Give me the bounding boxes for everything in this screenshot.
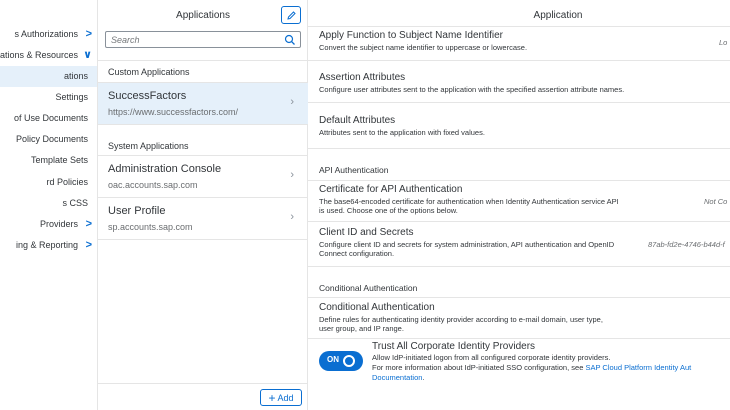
- row-description: Configure client ID and secrets for syst…: [319, 240, 615, 258]
- nav-item-label: s Authorizations: [14, 29, 78, 39]
- trust-doc-line: Documentation.: [372, 373, 425, 382]
- divider: [308, 148, 730, 149]
- nav-item-password-policies[interactable]: rd Policies: [0, 172, 97, 193]
- divider: [308, 297, 730, 298]
- app-item-user-profile[interactable]: User Profile sp.accounts.sap.com ›: [98, 198, 308, 240]
- nav-item-label: Settings: [55, 92, 88, 102]
- toggle-label: ON: [327, 355, 339, 364]
- nav-item-label: rd Policies: [46, 177, 88, 187]
- api-authentication-header: API Authentication: [319, 165, 389, 175]
- chevron-right-icon: >: [85, 218, 92, 230]
- row-title: Certificate for API Authentication: [319, 184, 463, 195]
- divider: [308, 60, 730, 61]
- chevron-right-icon: ›: [290, 211, 294, 223]
- app-name: User Profile: [108, 205, 166, 217]
- nav-item-applications[interactable]: ations: [0, 66, 97, 87]
- system-applications-header: System Applications: [108, 141, 189, 151]
- edit-button[interactable]: [281, 6, 301, 24]
- trust-title: Trust All Corporate Identity Providers: [372, 341, 536, 352]
- nav-item-settings[interactable]: Settings: [0, 87, 97, 108]
- nav-item-label: ations & Resources: [0, 50, 78, 60]
- pencil-icon: [286, 10, 296, 20]
- app-item-administration-console[interactable]: Administration Console oac.accounts.sap.…: [98, 156, 308, 198]
- divider: [98, 60, 308, 61]
- toggle-knob: [343, 355, 355, 367]
- divider: [308, 338, 730, 339]
- app-url: oac.accounts.sap.com: [108, 180, 198, 190]
- divider: [308, 26, 730, 27]
- plus-icon: +: [268, 390, 276, 405]
- row-title: Default Attributes: [319, 115, 396, 126]
- app-item-successfactors[interactable]: SuccessFactors https://www.successfactor…: [98, 83, 308, 125]
- master-title: Applications: [176, 10, 230, 21]
- master-header: Applications: [98, 0, 308, 30]
- row-value: 87ab-fd2e-4746-b44d-f: [648, 240, 725, 249]
- documentation-link[interactable]: Documentation: [372, 373, 422, 382]
- search-placeholder: Search: [111, 35, 140, 45]
- side-navigation: s Authorizations > ations & Resources ∨ …: [0, 0, 98, 410]
- row-title: Client ID and Secrets: [319, 227, 414, 238]
- nav-item-template-sets[interactable]: Template Sets: [0, 150, 97, 171]
- nav-item-providers[interactable]: Providers >: [0, 214, 97, 235]
- chevron-right-icon: >: [85, 239, 92, 251]
- divider: [308, 102, 730, 103]
- applications-list-panel: Applications Search Custom Applications …: [98, 0, 308, 410]
- row-description: Convert the subject name identifier to u…: [319, 43, 528, 52]
- nav-item-terms-of-use[interactable]: of Use Documents: [0, 108, 97, 129]
- trust-more-info: For more information about IdP-initiated…: [372, 363, 691, 372]
- nav-item-label: ing & Reporting: [15, 240, 78, 250]
- master-footer: + Add: [98, 383, 308, 410]
- add-application-button[interactable]: + Add: [260, 389, 302, 406]
- app-name: SuccessFactors: [108, 90, 187, 102]
- divider: [308, 221, 730, 222]
- row-title: Conditional Authentication: [319, 302, 435, 313]
- row-title: Assertion Attributes: [319, 72, 406, 83]
- nav-item-label: Policy Documents: [15, 134, 88, 144]
- identity-auth-link[interactable]: SAP Cloud Platform Identity Aut: [585, 363, 691, 372]
- row-value: Not Co: [704, 197, 728, 206]
- trust-description: Allow IdP-initiated logon from all confi…: [372, 353, 611, 362]
- custom-applications-header: Custom Applications: [108, 67, 190, 77]
- nav-item-label: Providers: [39, 219, 78, 229]
- chevron-right-icon: ›: [290, 169, 294, 181]
- add-label: Add: [277, 392, 294, 403]
- app-name: Administration Console: [108, 163, 222, 175]
- app-url: https://www.successfactors.com/: [108, 107, 239, 117]
- row-description: The base64-encoded certificate for authe…: [319, 197, 619, 215]
- row-description: Define rules for authenticating identity…: [319, 315, 603, 333]
- period-text: .: [422, 373, 425, 382]
- application-detail-panel: Application Apply Function to Subject Na…: [308, 0, 730, 410]
- detail-title: Application: [533, 10, 583, 21]
- divider: [308, 266, 730, 267]
- nav-item-applications-resources[interactable]: ations & Resources ∨: [0, 45, 97, 66]
- nav-item-label: ations: [63, 71, 88, 81]
- chevron-right-icon: ›: [290, 96, 294, 108]
- nav-item-label: of Use Documents: [13, 113, 88, 123]
- more-info-text: For more information about IdP-initiated…: [372, 363, 586, 372]
- chevron-right-icon: >: [85, 28, 92, 40]
- trust-idp-toggle[interactable]: ON: [319, 351, 363, 371]
- nav-item-css[interactable]: s CSS: [0, 193, 97, 214]
- row-value: Lo: [719, 38, 728, 47]
- divider: [308, 180, 730, 181]
- row-description: Configure user attributes sent to the ap…: [319, 85, 625, 94]
- search-input[interactable]: Search: [105, 31, 301, 48]
- search-icon[interactable]: [284, 34, 296, 46]
- conditional-authentication-header: Conditional Authentication: [319, 283, 418, 293]
- row-title: Apply Function to Subject Name Identifie…: [319, 30, 503, 41]
- nav-item-authorizations[interactable]: s Authorizations >: [0, 24, 97, 45]
- app-url: sp.accounts.sap.com: [108, 222, 193, 232]
- nav-item-label: s CSS: [62, 198, 88, 208]
- row-description: Attributes sent to the application with …: [319, 128, 485, 137]
- nav-item-privacy-policy[interactable]: Policy Documents: [0, 129, 97, 150]
- nav-item-logging-reporting[interactable]: ing & Reporting >: [0, 235, 97, 256]
- chevron-down-icon: ∨: [83, 49, 92, 61]
- nav-item-label: Template Sets: [30, 155, 88, 165]
